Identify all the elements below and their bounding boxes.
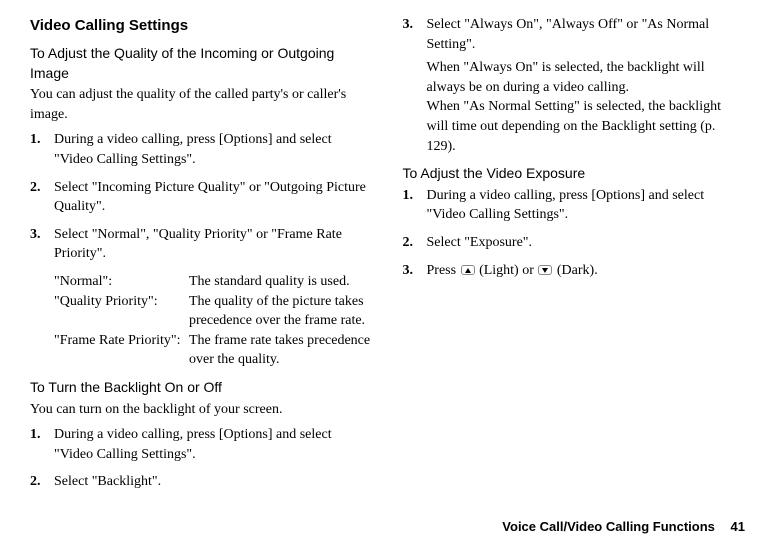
subheading-backlight: To Turn the Backlight On or Off (30, 378, 373, 398)
step-number: 1. (30, 130, 41, 150)
page-number: 41 (731, 519, 745, 534)
definition-key: "Quality Priority": (54, 292, 189, 331)
step-text: Select "Exposure". (427, 235, 533, 250)
step-text-suffix: (Dark). (553, 263, 597, 278)
step-explanation: When "As Normal Setting" is selected, th… (427, 97, 746, 156)
list-item: 2. Select "Backlight". (30, 472, 373, 492)
step-number: 1. (403, 186, 414, 206)
intro-backlight: You can turn on the backlight of your sc… (30, 400, 373, 420)
step-text: Select "Always On", "Always Off" or "As … (427, 17, 710, 52)
step-explanation: When "Always On" is selected, the backli… (427, 58, 746, 97)
definition-key: "Frame Rate Priority": (54, 331, 189, 370)
list-item: 3. Select "Always On", "Always Off" or "… (403, 15, 746, 156)
page-footer: Voice Call/Video Calling Functions 41 (502, 518, 745, 536)
list-item: 2. Select "Incoming Picture Quality" or … (30, 178, 373, 217)
definition-table: "Normal": The standard quality is used. … (54, 272, 373, 370)
list-item: 1. During a video calling, press [Option… (403, 186, 746, 225)
step-number: 2. (30, 472, 41, 492)
list-item: 3. Press (Light) or (Dark). (403, 261, 746, 281)
section-heading: Video Calling Settings (30, 15, 373, 36)
definition-key: "Normal": (54, 272, 189, 292)
list-item: 2. Select "Exposure". (403, 233, 746, 253)
step-number: 3. (403, 261, 414, 281)
step-text: Select "Incoming Picture Quality" or "Ou… (54, 180, 366, 215)
step-number: 3. (30, 225, 41, 245)
steps-exposure: 1. During a video calling, press [Option… (403, 186, 746, 280)
up-arrow-icon (461, 265, 475, 275)
steps-backlight-continued: 3. Select "Always On", "Always Off" or "… (403, 15, 746, 156)
step-text: During a video calling, press [Options] … (427, 188, 705, 223)
list-item: 3. Select "Normal", "Quality Priority" o… (30, 225, 373, 264)
definition-row: "Normal": The standard quality is used. (54, 272, 373, 292)
list-item: 1. During a video calling, press [Option… (30, 425, 373, 464)
definition-value: The frame rate takes precedence over the… (189, 331, 373, 370)
step-number: 1. (30, 425, 41, 445)
step-text: During a video calling, press [Options] … (54, 132, 332, 167)
footer-title: Voice Call/Video Calling Functions (502, 519, 715, 534)
step-number: 3. (403, 15, 414, 35)
steps-quality: 1. During a video calling, press [Option… (30, 130, 373, 264)
right-column: 3. Select "Always On", "Always Off" or "… (403, 15, 746, 500)
definition-row: "Frame Rate Priority": The frame rate ta… (54, 331, 373, 370)
definition-row: "Quality Priority": The quality of the p… (54, 292, 373, 331)
subheading-quality: To Adjust the Quality of the Incoming or… (30, 44, 373, 83)
step-text-prefix: Press (427, 263, 460, 278)
list-item: 1. During a video calling, press [Option… (30, 130, 373, 169)
down-arrow-icon (538, 265, 552, 275)
step-text-middle: (Light) or (476, 263, 538, 278)
definition-value: The quality of the picture takes precede… (189, 292, 373, 331)
step-text: Select "Normal", "Quality Priority" or "… (54, 227, 342, 262)
left-column: Video Calling Settings To Adjust the Qua… (30, 15, 373, 500)
step-number: 2. (30, 178, 41, 198)
step-text: Select "Backlight". (54, 474, 161, 489)
steps-backlight: 1. During a video calling, press [Option… (30, 425, 373, 492)
intro-quality: You can adjust the quality of the called… (30, 85, 373, 124)
step-text: During a video calling, press [Options] … (54, 427, 332, 462)
step-number: 2. (403, 233, 414, 253)
definition-value: The standard quality is used. (189, 272, 373, 292)
subheading-exposure: To Adjust the Video Exposure (403, 164, 746, 184)
